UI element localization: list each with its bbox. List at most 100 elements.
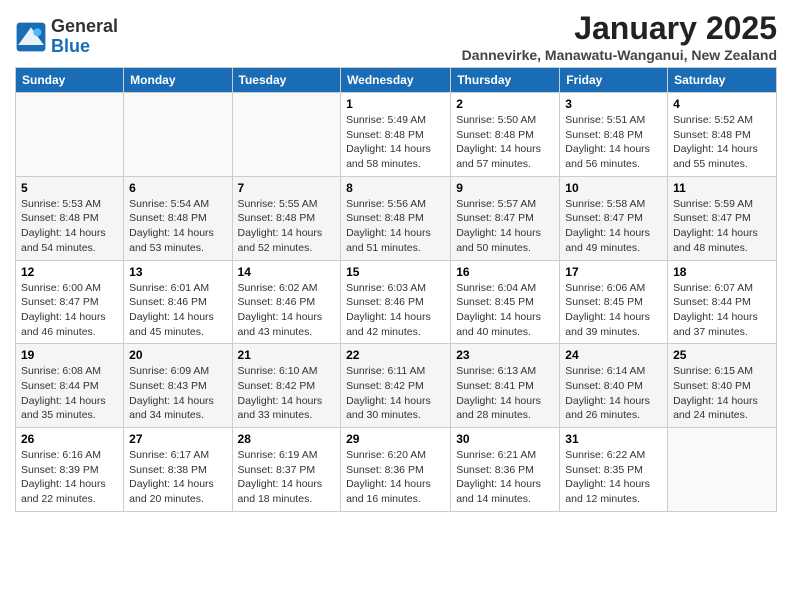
day-number: 13 (129, 265, 226, 279)
logo-text: General Blue (51, 17, 118, 57)
calendar-week-row: 12 Sunrise: 6:00 AM Sunset: 8:47 PM Dayli… (16, 260, 777, 344)
day-number: 28 (238, 432, 336, 446)
calendar-cell: 30 Sunrise: 6:21 AM Sunset: 8:36 PM Dayli… (451, 428, 560, 512)
day-number: 8 (346, 181, 445, 195)
calendar-cell: 11 Sunrise: 5:59 AM Sunset: 8:47 PM Dayli… (668, 176, 777, 260)
day-info: Sunrise: 6:08 AM Sunset: 8:44 PM Dayligh… (21, 364, 118, 423)
day-info: Sunrise: 5:52 AM Sunset: 8:48 PM Dayligh… (673, 113, 771, 172)
calendar-cell: 13 Sunrise: 6:01 AM Sunset: 8:46 PM Dayli… (124, 260, 232, 344)
calendar-cell: 8 Sunrise: 5:56 AM Sunset: 8:48 PM Daylig… (341, 176, 451, 260)
day-number: 16 (456, 265, 554, 279)
calendar-cell (16, 93, 124, 177)
calendar-day-header: Friday (560, 68, 668, 93)
day-info: Sunrise: 6:22 AM Sunset: 8:35 PM Dayligh… (565, 448, 662, 507)
day-info: Sunrise: 6:15 AM Sunset: 8:40 PM Dayligh… (673, 364, 771, 423)
day-info: Sunrise: 6:13 AM Sunset: 8:41 PM Dayligh… (456, 364, 554, 423)
page-header: General Blue January 2025 Dannevirke, Ma… (15, 10, 777, 63)
title-block: January 2025 Dannevirke, Manawatu-Wangan… (462, 10, 777, 63)
calendar-day-header: Sunday (16, 68, 124, 93)
day-number: 10 (565, 181, 662, 195)
day-info: Sunrise: 6:21 AM Sunset: 8:36 PM Dayligh… (456, 448, 554, 507)
day-number: 22 (346, 348, 445, 362)
calendar-table: SundayMondayTuesdayWednesdayThursdayFrid… (15, 67, 777, 512)
calendar-week-row: 26Sunrise: 6:16 AM Sunset: 8:39 PM Dayli… (16, 428, 777, 512)
day-number: 4 (673, 97, 771, 111)
day-number: 24 (565, 348, 662, 362)
calendar-cell: 26Sunrise: 6:16 AM Sunset: 8:39 PM Dayli… (16, 428, 124, 512)
day-info: Sunrise: 6:10 AM Sunset: 8:42 PM Dayligh… (238, 364, 336, 423)
day-number: 12 (21, 265, 118, 279)
day-number: 27 (129, 432, 226, 446)
day-info: Sunrise: 5:55 AM Sunset: 8:48 PM Dayligh… (238, 197, 336, 256)
day-info: Sunrise: 6:20 AM Sunset: 8:36 PM Dayligh… (346, 448, 445, 507)
calendar-cell: 6 Sunrise: 5:54 AM Sunset: 8:48 PM Daylig… (124, 176, 232, 260)
day-info: Sunrise: 6:19 AM Sunset: 8:37 PM Dayligh… (238, 448, 336, 507)
calendar-cell (124, 93, 232, 177)
day-info: Sunrise: 6:06 AM Sunset: 8:45 PM Dayligh… (565, 281, 662, 340)
day-number: 6 (129, 181, 226, 195)
calendar-day-header: Monday (124, 68, 232, 93)
calendar-cell: 5Sunrise: 5:53 AM Sunset: 8:48 PM Daylig… (16, 176, 124, 260)
logo-icon (15, 21, 47, 53)
calendar-cell: 31Sunrise: 6:22 AM Sunset: 8:35 PM Dayli… (560, 428, 668, 512)
calendar-cell: 29 Sunrise: 6:20 AM Sunset: 8:36 PM Dayli… (341, 428, 451, 512)
logo-blue: Blue (51, 37, 118, 57)
day-info: Sunrise: 5:57 AM Sunset: 8:47 PM Dayligh… (456, 197, 554, 256)
day-info: Sunrise: 6:00 AM Sunset: 8:47 PM Dayligh… (21, 281, 118, 340)
day-number: 30 (456, 432, 554, 446)
day-info: Sunrise: 5:50 AM Sunset: 8:48 PM Dayligh… (456, 113, 554, 172)
calendar-cell (668, 428, 777, 512)
logo-general: General (51, 17, 118, 37)
day-info: Sunrise: 6:09 AM Sunset: 8:43 PM Dayligh… (129, 364, 226, 423)
day-info: Sunrise: 6:01 AM Sunset: 8:46 PM Dayligh… (129, 281, 226, 340)
calendar-cell: 22 Sunrise: 6:11 AM Sunset: 8:42 PM Dayli… (341, 344, 451, 428)
day-number: 23 (456, 348, 554, 362)
day-number: 1 (346, 97, 445, 111)
calendar-cell: 23 Sunrise: 6:13 AM Sunset: 8:41 PM Dayli… (451, 344, 560, 428)
day-number: 11 (673, 181, 771, 195)
calendar-cell: 25Sunrise: 6:15 AM Sunset: 8:40 PM Dayli… (668, 344, 777, 428)
calendar-cell: 24Sunrise: 6:14 AM Sunset: 8:40 PM Dayli… (560, 344, 668, 428)
day-number: 19 (21, 348, 118, 362)
day-info: Sunrise: 6:16 AM Sunset: 8:39 PM Dayligh… (21, 448, 118, 507)
calendar-header-row: SundayMondayTuesdayWednesdayThursdayFrid… (16, 68, 777, 93)
day-info: Sunrise: 6:03 AM Sunset: 8:46 PM Dayligh… (346, 281, 445, 340)
day-info: Sunrise: 6:02 AM Sunset: 8:46 PM Dayligh… (238, 281, 336, 340)
calendar-cell: 4 Sunrise: 5:52 AM Sunset: 8:48 PM Daylig… (668, 93, 777, 177)
day-info: Sunrise: 5:54 AM Sunset: 8:48 PM Dayligh… (129, 197, 226, 256)
calendar-week-row: 19 Sunrise: 6:08 AM Sunset: 8:44 PM Dayli… (16, 344, 777, 428)
day-number: 7 (238, 181, 336, 195)
calendar-cell: 12 Sunrise: 6:00 AM Sunset: 8:47 PM Dayli… (16, 260, 124, 344)
calendar-cell: 3 Sunrise: 5:51 AM Sunset: 8:48 PM Daylig… (560, 93, 668, 177)
day-info: Sunrise: 6:07 AM Sunset: 8:44 PM Dayligh… (673, 281, 771, 340)
calendar-cell: 18Sunrise: 6:07 AM Sunset: 8:44 PM Dayli… (668, 260, 777, 344)
calendar-cell: 7 Sunrise: 5:55 AM Sunset: 8:48 PM Daylig… (232, 176, 341, 260)
calendar-cell: 19 Sunrise: 6:08 AM Sunset: 8:44 PM Dayli… (16, 344, 124, 428)
calendar-cell: 16 Sunrise: 6:04 AM Sunset: 8:45 PM Dayli… (451, 260, 560, 344)
calendar-cell (232, 93, 341, 177)
day-number: 29 (346, 432, 445, 446)
calendar-cell: 15Sunrise: 6:03 AM Sunset: 8:46 PM Dayli… (341, 260, 451, 344)
calendar-cell: 14Sunrise: 6:02 AM Sunset: 8:46 PM Dayli… (232, 260, 341, 344)
day-info: Sunrise: 6:17 AM Sunset: 8:38 PM Dayligh… (129, 448, 226, 507)
calendar-cell: 21Sunrise: 6:10 AM Sunset: 8:42 PM Dayli… (232, 344, 341, 428)
calendar-cell: 2 Sunrise: 5:50 AM Sunset: 8:48 PM Daylig… (451, 93, 560, 177)
calendar-cell: 20Sunrise: 6:09 AM Sunset: 8:43 PM Dayli… (124, 344, 232, 428)
calendar-week-row: 5Sunrise: 5:53 AM Sunset: 8:48 PM Daylig… (16, 176, 777, 260)
day-number: 2 (456, 97, 554, 111)
logo: General Blue (15, 17, 118, 57)
day-number: 3 (565, 97, 662, 111)
day-info: Sunrise: 6:11 AM Sunset: 8:42 PM Dayligh… (346, 364, 445, 423)
calendar-cell: 28 Sunrise: 6:19 AM Sunset: 8:37 PM Dayli… (232, 428, 341, 512)
calendar-cell: 1Sunrise: 5:49 AM Sunset: 8:48 PM Daylig… (341, 93, 451, 177)
calendar-cell: 10Sunrise: 5:58 AM Sunset: 8:47 PM Dayli… (560, 176, 668, 260)
day-info: Sunrise: 5:56 AM Sunset: 8:48 PM Dayligh… (346, 197, 445, 256)
day-info: Sunrise: 5:51 AM Sunset: 8:48 PM Dayligh… (565, 113, 662, 172)
day-info: Sunrise: 5:59 AM Sunset: 8:47 PM Dayligh… (673, 197, 771, 256)
day-number: 5 (21, 181, 118, 195)
day-info: Sunrise: 6:04 AM Sunset: 8:45 PM Dayligh… (456, 281, 554, 340)
calendar-day-header: Wednesday (341, 68, 451, 93)
calendar-cell: 27 Sunrise: 6:17 AM Sunset: 8:38 PM Dayli… (124, 428, 232, 512)
calendar-cell: 9Sunrise: 5:57 AM Sunset: 8:47 PM Daylig… (451, 176, 560, 260)
location: Dannevirke, Manawatu-Wanganui, New Zeala… (462, 47, 777, 63)
